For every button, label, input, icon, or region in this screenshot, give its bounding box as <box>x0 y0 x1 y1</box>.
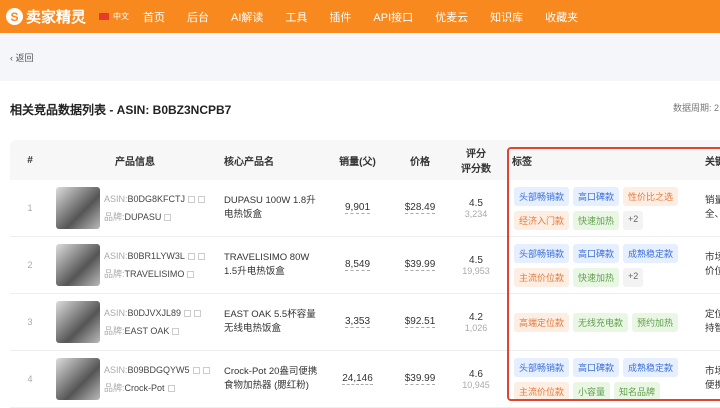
china-flag-icon <box>99 13 110 20</box>
nav-item[interactable]: 知识库 <box>490 9 523 25</box>
copy-icon[interactable] <box>192 367 200 375</box>
nav-item[interactable]: API接口 <box>373 9 413 25</box>
sales-value[interactable]: 8,549 <box>344 259 371 271</box>
asin-line: ASIN:B0BR1LYW3L <box>104 247 205 265</box>
copy-icon[interactable] <box>184 310 192 318</box>
logo-icon: S <box>6 8 23 25</box>
brand-label: 品牌: <box>104 326 125 336</box>
asin-line: ASIN:B09BDGQYW5 <box>104 361 210 379</box>
sales-value[interactable]: 24,146 <box>342 373 373 385</box>
price-value[interactable]: $92.51 <box>404 316 436 328</box>
core-product-name: TRAVELISIMO 80W 1.5升电热饭盒 <box>224 252 310 277</box>
rating-count: 1,026 <box>464 322 488 333</box>
data-period: 数据周期: 2 <box>673 103 720 113</box>
nav-item[interactable]: 后台 <box>187 9 209 25</box>
col-price[interactable]: 价格 <box>400 140 440 180</box>
asin-label: ASIN: <box>104 365 128 375</box>
product-image[interactable] <box>56 187 100 229</box>
product-image[interactable] <box>56 358 100 400</box>
asin-label: ASIN: <box>104 308 128 318</box>
external-link-icon[interactable] <box>198 196 206 204</box>
price-value[interactable]: $39.99 <box>404 373 436 385</box>
external-link-icon[interactable] <box>194 310 202 318</box>
rating-header: 评分 <box>466 149 486 160</box>
asin-value[interactable]: B0DG8KFCTJ <box>128 194 186 204</box>
external-link-icon[interactable] <box>187 271 195 279</box>
col-sales[interactable]: 销量(父) <box>330 140 385 180</box>
product-image[interactable] <box>56 301 100 343</box>
language-select[interactable]: 中文 <box>113 11 129 22</box>
asin-value[interactable]: B09BDGQYW5 <box>128 365 190 375</box>
asin-label: ASIN: <box>104 194 128 204</box>
nav-item[interactable]: 插件 <box>329 9 351 25</box>
core-product-name: DUPASU 100W 1.8升电热饭盒 <box>224 195 316 220</box>
copy-icon[interactable] <box>188 196 196 204</box>
brand-label: 品牌: <box>104 269 125 279</box>
logo-text: 卖家精灵 <box>26 9 87 26</box>
rating-value: 4.2 <box>469 311 483 323</box>
brand-label: 品牌: <box>104 212 125 222</box>
row-number: 2 <box>27 260 33 270</box>
asin-line: ASIN:B0DG8KFCTJ <box>104 190 206 208</box>
col-num: # <box>27 154 33 166</box>
core-product-name: EAST OAK 5.5杯容量无线电热饭盒 <box>224 309 316 334</box>
back-label: 返回 <box>15 53 34 63</box>
nav-item[interactable]: 首页 <box>143 9 165 25</box>
breadcrumb-band <box>0 33 720 81</box>
copy-icon[interactable] <box>187 253 195 261</box>
logo[interactable]: S 卖家精灵 <box>6 6 86 27</box>
nav-item[interactable]: 工具 <box>285 9 307 25</box>
asin-label: ASIN: <box>104 251 128 261</box>
external-link-icon[interactable] <box>167 385 175 393</box>
nav-item[interactable]: 收藏夹 <box>545 9 578 25</box>
price-value[interactable]: $39.99 <box>404 259 436 271</box>
rating-value: 4.6 <box>469 368 483 380</box>
brand-value[interactable]: DUPASU <box>125 212 162 222</box>
nav-item[interactable]: 优麦云 <box>435 9 468 25</box>
rating-value: 4.5 <box>469 254 483 266</box>
brand-line: 品牌:Crock-Pot <box>104 379 210 397</box>
tags-highlight-box <box>507 147 720 401</box>
external-link-icon[interactable] <box>172 328 180 336</box>
brand-value[interactable]: TRAVELISIMO <box>125 269 185 279</box>
asin-line: ASIN:B0DJVXJL89 <box>104 304 202 322</box>
brand-line: 品牌:DUPASU <box>104 208 205 226</box>
col-core: 核心产品名 <box>224 156 274 168</box>
sales-value[interactable]: 9,901 <box>344 202 371 214</box>
asin-value[interactable]: B0BR1LYW3L <box>128 251 185 261</box>
rating-value: 4.5 <box>469 197 483 209</box>
asin-value[interactable]: B0DJVXJL89 <box>128 308 182 318</box>
sales-value[interactable]: 3,353 <box>344 316 371 328</box>
external-link-icon[interactable] <box>197 253 205 261</box>
col-rating[interactable]: 评分 评分数 <box>456 140 496 180</box>
row-number: 1 <box>27 203 33 213</box>
brand-line: 品牌:TRAVELISIMO <box>104 265 205 283</box>
brand-label: 品牌: <box>104 383 125 393</box>
rating-count: 10,945 <box>462 379 490 390</box>
core-product-name: Crock-Pot 20盎司便携食物加热器 (腮红粉) <box>224 366 318 391</box>
col-info: 产品信息 <box>115 156 155 168</box>
rating-count-header: 评分数 <box>461 164 491 175</box>
top-nav-bar: S 卖家精灵 中文 首页 后台 AI解读 工具 插件 API接口 优麦云 知识库 收藏夹 <box>0 0 720 33</box>
page-title: 相关竞品数据列表 - ASIN: B0BZ3NCPB7 <box>10 103 232 117</box>
external-link-icon[interactable] <box>202 367 210 375</box>
brand-value[interactable]: Crock-Pot <box>125 383 165 393</box>
price-value[interactable]: $28.49 <box>404 202 436 214</box>
row-number: 3 <box>27 317 33 327</box>
row-number: 4 <box>27 374 33 384</box>
back-link[interactable]: ‹ 返回 <box>10 51 34 64</box>
brand-value[interactable]: EAST OAK <box>125 326 170 336</box>
brand-line: 品牌:EAST OAK <box>104 322 201 340</box>
nav-item[interactable]: AI解读 <box>231 9 263 25</box>
rating-count: 19,953 <box>462 265 490 276</box>
rating-count: 3,234 <box>464 208 488 219</box>
product-image[interactable] <box>56 244 100 286</box>
external-link-icon[interactable] <box>164 214 172 222</box>
